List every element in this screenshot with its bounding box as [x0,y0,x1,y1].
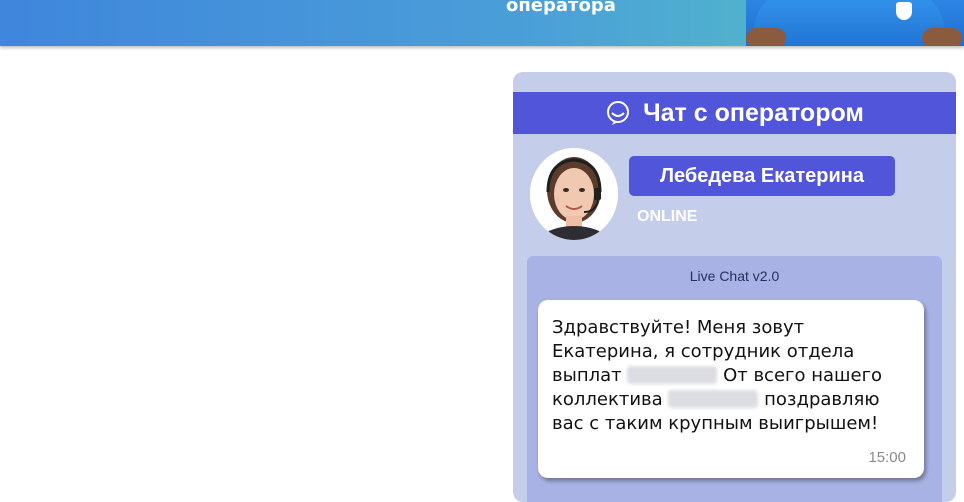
banner-text: оператора [506,0,616,16]
operator-name: Лебедева Екатерина [629,156,895,196]
message-line: коллектива поздравляю [552,388,902,412]
message-line: Екатерина, я сотрудник отдела [552,341,855,362]
redacted-text [668,390,759,408]
message-line: Здравствуйте! Меня зовут [552,317,805,338]
redacted-text [627,366,718,384]
chat-title: Чат с оператором [643,98,864,127]
message-time: 15:00 [868,449,906,466]
chat-header: Чат с оператором [513,92,956,134]
message-fragment: выплат [552,365,622,386]
message-fragment: коллектива [552,389,663,410]
message-bubble: Здравствуйте! Меня зовут Екатерина, я со… [538,300,924,478]
message-text: Здравствуйте! Меня зовут Екатерина, я со… [552,316,902,436]
message-line: вас с таким крупным выигрышем! [552,413,879,434]
message-line: выплат От всего нашего [552,364,902,388]
message-fragment: поздравляю [764,389,880,410]
operator-avatar [530,148,618,240]
banner-person-image [746,0,964,46]
chat-widget: Чат с оператором Лебедева Екатерина ONLI… [513,72,956,502]
operator-status: ONLINE [637,208,698,225]
chat-bubble-icon [607,101,630,125]
top-banner: оператора [0,0,964,46]
chat-body: Live Chat v2.0 Здравствуйте! Меня зовут … [527,256,942,502]
chat-version: Live Chat v2.0 [689,268,780,284]
message-fragment: От всего нашего [723,365,883,386]
